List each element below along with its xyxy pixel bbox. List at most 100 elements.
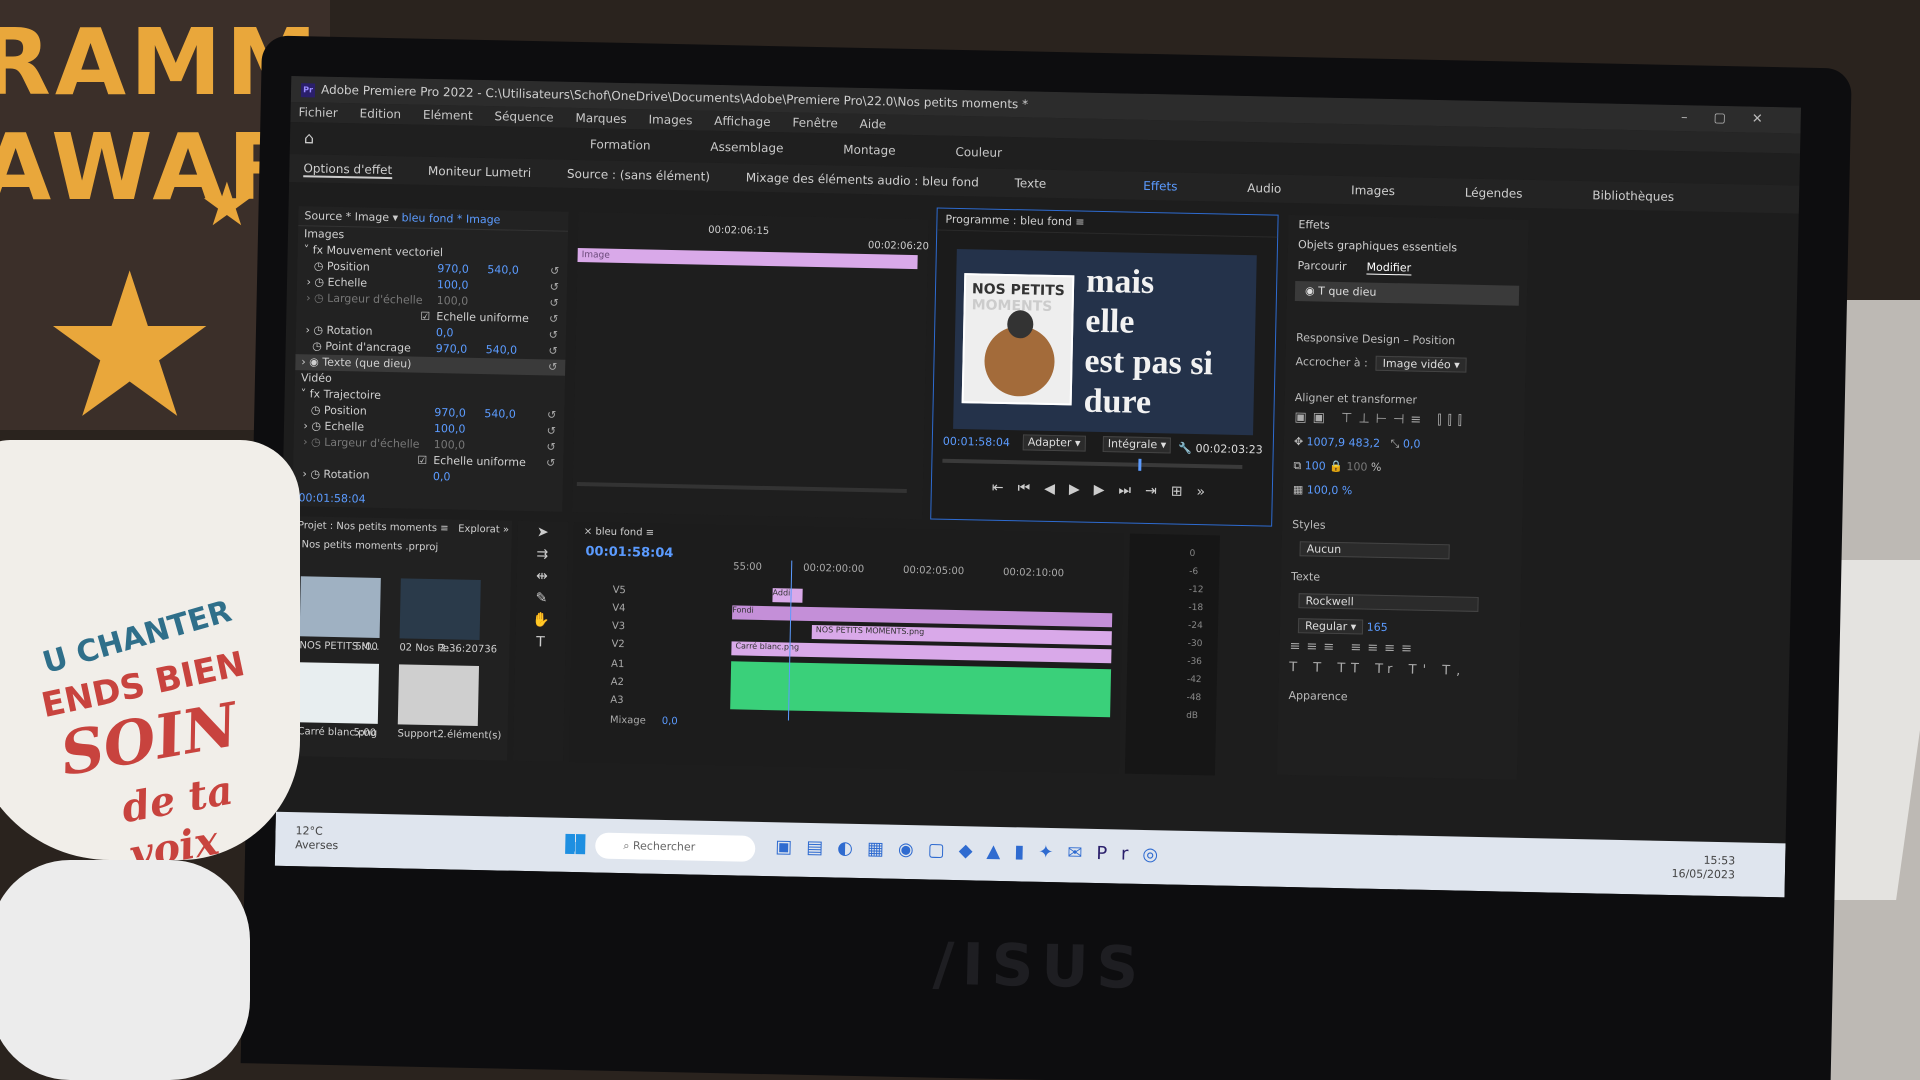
ws-images[interactable]: Images [1351, 183, 1395, 198]
type-tool-icon[interactable]: T [515, 631, 565, 654]
tab-text[interactable]: Texte [1014, 176, 1046, 191]
weather-widget[interactable]: 12°C Averses [295, 824, 338, 853]
ws-legendes[interactable]: Légendes [1465, 186, 1523, 201]
timeline-timecode[interactable]: 00:01:58:04 [585, 544, 673, 561]
transport-controls[interactable]: ⇤⏮◀▶▶⏭⇥⊞» [992, 480, 1220, 501]
menu-icon[interactable]: ≡ [1075, 215, 1084, 228]
tab-source[interactable]: Source : (sans élément) [567, 167, 710, 184]
track-v3[interactable]: V3 [612, 619, 626, 635]
value-y[interactable]: 540,0 [487, 262, 519, 279]
layer-row[interactable]: ◉ T que dieu [1294, 281, 1520, 306]
menu-sequence[interactable]: Séquence [494, 109, 553, 124]
clip[interactable]: NOS PETITS MOMENTS.png [811, 624, 1112, 646]
value-rotation[interactable]: 0,0 [433, 469, 451, 485]
value-y[interactable]: 540,0 [485, 342, 518, 359]
ws-couleur[interactable]: Couleur [955, 145, 1002, 160]
track-a2[interactable]: A2 [611, 675, 625, 691]
pos-x[interactable]: 1007,9 [1306, 435, 1345, 449]
tab-browse[interactable]: Parcourir [1297, 259, 1346, 273]
attach-select[interactable]: Image vidéo ▾ [1375, 355, 1467, 373]
reset-icon[interactable]: ↺ [550, 263, 560, 279]
menu-aide[interactable]: Aide [859, 117, 886, 132]
taskbar-apps[interactable]: ▣▤◐▦◉▢◆▲▮✦✉Pr◎ [775, 836, 1172, 865]
reset-icon[interactable]: ↺ [550, 279, 560, 295]
selection-tool-icon[interactable]: ➤ [518, 521, 568, 544]
tab-audio-mixer[interactable]: Mixage des éléments audio : bleu fond [746, 171, 979, 190]
tab-effect-controls[interactable]: Options d'effet [303, 161, 393, 180]
explorer-tab[interactable]: Explorat [458, 524, 500, 536]
value-rotation[interactable]: 0,0 [436, 325, 454, 341]
playhead[interactable] [1138, 458, 1142, 471]
window-controls[interactable]: –▢✕ [1681, 105, 1789, 133]
track-v5[interactable]: V5 [612, 583, 626, 599]
menu-edition[interactable]: Edition [359, 106, 401, 121]
clip[interactable]: Addi [772, 588, 803, 603]
text-style-buttons[interactable]: T T TT Tr T' T, [1279, 660, 1519, 680]
reset-icon[interactable]: ↺ [548, 343, 558, 359]
thumb-carre-blanc[interactable] [297, 662, 380, 724]
razor-icon[interactable]: ✎ [516, 587, 566, 610]
thumb-nos-petits[interactable] [299, 576, 381, 638]
weight-select[interactable]: Regular ▾ [1297, 618, 1364, 635]
quality-select[interactable]: Intégrale ▾ [1102, 436, 1172, 454]
thumb-audio[interactable] [399, 578, 481, 641]
reset-icon[interactable]: ↺ [549, 327, 559, 343]
opacity-value[interactable]: 100,0 % [1307, 483, 1353, 497]
ws-bibliotheques[interactable]: Bibliothèques [1592, 188, 1674, 204]
track-v4[interactable]: V4 [612, 601, 626, 617]
font-size[interactable]: 165 [1367, 621, 1388, 634]
mix-value[interactable]: 0,0 [662, 716, 678, 727]
sequence-tab[interactable]: × bleu fond ≡ [584, 526, 654, 538]
value-scale[interactable]: 100,0 [434, 421, 466, 438]
premiere-taskbar-icon[interactable]: Pr [1096, 843, 1142, 865]
checkbox-icon[interactable]: ☑ [420, 309, 430, 325]
track-select-icon[interactable]: ⇉ [517, 543, 567, 566]
value-x[interactable]: 970,0 [434, 405, 466, 422]
pos-y[interactable]: 483,2 [1348, 436, 1380, 450]
project-title[interactable]: Projet : Nos petits moments [298, 520, 437, 534]
clip-selector[interactable]: bleu fond * Image [401, 211, 500, 226]
align-buttons[interactable]: ▣▣ ⊤⊥⊢⊣≡ ⫿⫿⫿ [1284, 410, 1524, 430]
value-x[interactable]: 970,0 [435, 341, 468, 358]
ws-formation[interactable]: Formation [590, 137, 651, 152]
program-timecode[interactable]: 00:01:58:04 [943, 435, 1010, 449]
program-scrubber[interactable] [942, 458, 1243, 471]
windows-start-icon[interactable] [565, 833, 586, 855]
taskbar-clock[interactable]: 15:53 16/05/2023 [1671, 853, 1735, 882]
ripple-edit-icon[interactable]: ⇹ [517, 565, 567, 588]
hand-icon[interactable]: ✋ [516, 609, 566, 632]
track-v2[interactable]: V2 [611, 637, 625, 653]
taskbar-search[interactable]: ⌕ Rechercher [595, 832, 756, 862]
menu-marques[interactable]: Marques [575, 111, 627, 126]
ws-effets[interactable]: Effets [1143, 179, 1177, 194]
anchor-value[interactable]: 0,0 [1403, 437, 1421, 450]
tab-lumetri[interactable]: Moniteur Lumetri [428, 164, 531, 180]
track-a3[interactable]: A3 [610, 693, 624, 709]
scrollbar[interactable] [576, 482, 907, 493]
style-select[interactable]: Aucun [1299, 541, 1450, 560]
value-y[interactable]: 540,0 [484, 406, 516, 423]
reset-icon[interactable]: ↺ [547, 423, 557, 439]
reset-icon[interactable]: ↺ [548, 359, 558, 375]
menu-element[interactable]: Elément [423, 108, 473, 123]
effect-timecode[interactable]: 00:01:58:04 [298, 491, 365, 505]
text-align-buttons[interactable]: ≡≡≡ ≡≡≡≡ [1279, 639, 1519, 659]
value-x[interactable]: 970,0 [437, 261, 469, 278]
reset-icon[interactable]: ↺ [547, 407, 557, 423]
menu-images[interactable]: Images [648, 112, 692, 127]
reset-icon[interactable]: ↺ [549, 311, 559, 327]
value-scale[interactable]: 100,0 [437, 277, 469, 294]
menu-fenetre[interactable]: Fenêtre [792, 115, 838, 130]
thumb-support-bin[interactable] [397, 664, 480, 727]
checkbox-icon[interactable]: ☑ [417, 453, 427, 469]
font-select[interactable]: Rockwell [1298, 593, 1479, 612]
eye-icon[interactable]: ◉ [1305, 284, 1315, 297]
home-icon[interactable]: ⌂ [304, 128, 315, 147]
fit-select[interactable]: Adapter ▾ [1022, 434, 1086, 452]
scale-value[interactable]: 100 [1305, 459, 1326, 472]
ws-montage[interactable]: Montage [843, 143, 896, 158]
ws-audio[interactable]: Audio [1247, 181, 1281, 196]
track-a1[interactable]: A1 [611, 657, 625, 673]
clip-bar[interactable]: Image [577, 248, 918, 270]
menu-fichier[interactable]: Fichier [298, 105, 338, 120]
